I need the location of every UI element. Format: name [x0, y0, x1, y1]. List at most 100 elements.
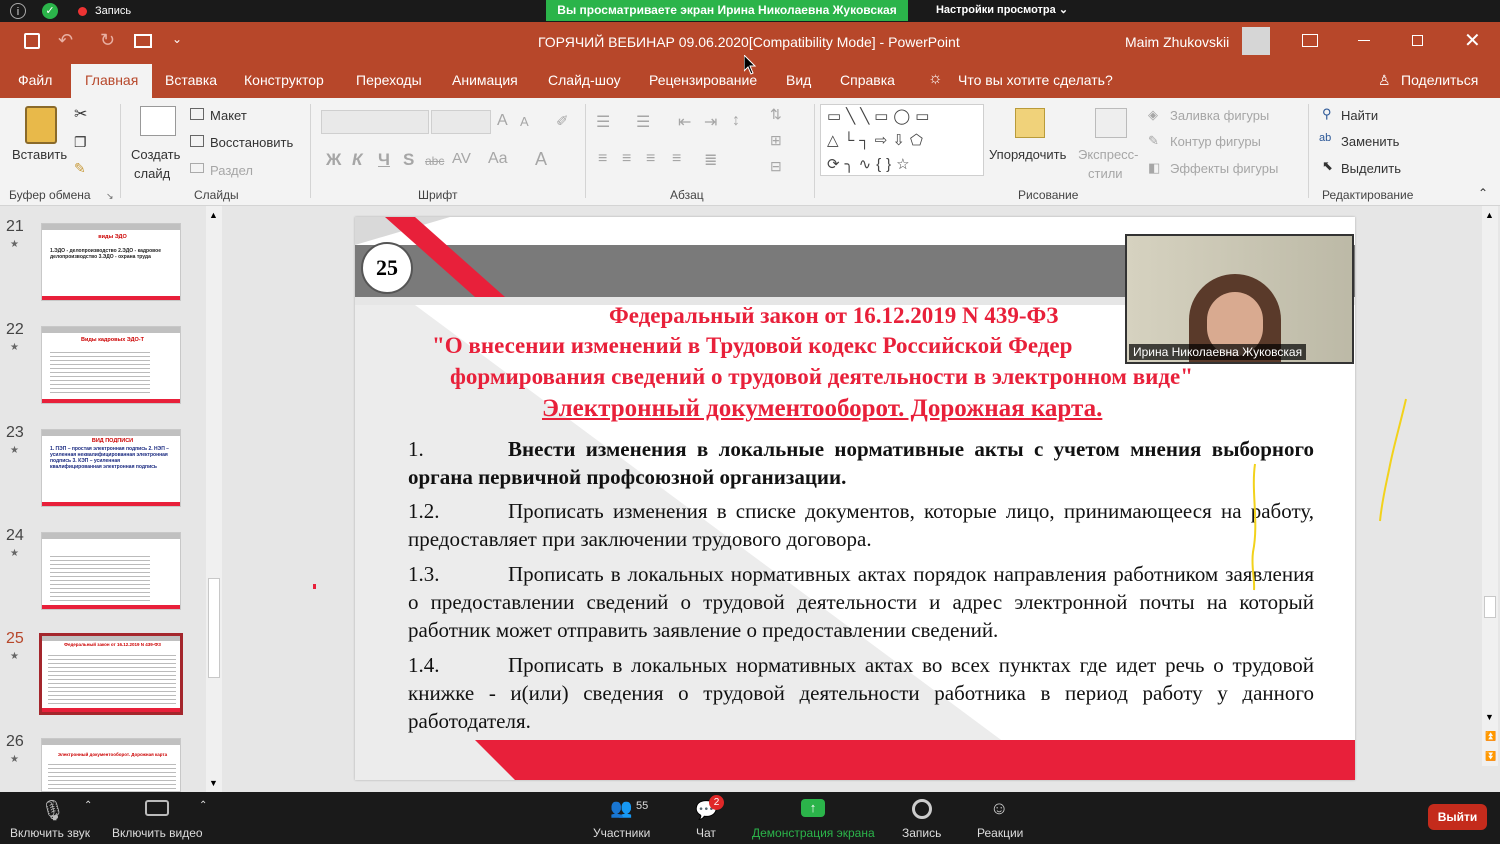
- tab-animations[interactable]: Анимация: [452, 72, 518, 88]
- replace-button[interactable]: Заменить: [1341, 134, 1399, 149]
- view-options-button[interactable]: Настройки просмотра ⌄: [922, 0, 1082, 21]
- dialog-launcher-icon[interactable]: ↘: [106, 191, 114, 202]
- select-button[interactable]: Выделить: [1341, 161, 1401, 176]
- record-button[interactable]: Запись: [902, 826, 941, 840]
- paste-button[interactable]: Вставить: [12, 147, 67, 162]
- quick-styles-button-line2[interactable]: стили: [1088, 166, 1123, 181]
- new-slide-button-line2[interactable]: слайд: [134, 166, 170, 181]
- tab-transitions[interactable]: Переходы: [356, 72, 422, 88]
- participants-button[interactable]: Участники: [593, 826, 650, 840]
- strikethrough-button[interactable]: abc: [425, 154, 444, 168]
- underline-button[interactable]: Ч: [378, 150, 390, 170]
- tab-design[interactable]: Конструктор: [244, 72, 324, 88]
- reactions-button[interactable]: Реакции: [977, 826, 1023, 840]
- shield-icon[interactable]: ✓: [42, 3, 58, 19]
- arrange-button[interactable]: Упорядочить: [989, 147, 1066, 162]
- numbering-icon[interactable]: ☰: [636, 112, 650, 132]
- columns-icon[interactable]: ≣: [704, 150, 717, 170]
- collapse-ribbon-icon[interactable]: ⌃: [1478, 186, 1488, 200]
- format-painter-icon[interactable]: ✎: [74, 160, 86, 177]
- quick-styles-button[interactable]: Экспресс-: [1078, 147, 1139, 162]
- tab-home[interactable]: Главная: [71, 64, 153, 98]
- maximize-icon[interactable]: [1412, 35, 1423, 46]
- scroll-up-icon[interactable]: ▲: [209, 210, 218, 220]
- redo-icon[interactable]: ↻: [100, 30, 115, 51]
- paste-icon[interactable]: [25, 106, 57, 144]
- scroll-down-icon[interactable]: ▼: [209, 778, 218, 788]
- chat-button[interactable]: Чат: [696, 826, 716, 840]
- tab-slideshow[interactable]: Слайд-шоу: [548, 72, 621, 88]
- info-icon[interactable]: i: [10, 3, 26, 19]
- new-slide-icon[interactable]: [140, 106, 176, 136]
- shape-fill-button[interactable]: Заливка фигуры: [1170, 108, 1269, 123]
- slide-thumbnail-23[interactable]: ВИД ПОДПИСИ 1. ПЭП – простая электронная…: [41, 429, 181, 507]
- slide-thumbnail-25-selected[interactable]: Федеральный закон от 16.12.2019 N 439-ФЗ: [39, 633, 183, 715]
- align-text-icon[interactable]: ⊞: [770, 132, 782, 149]
- copy-icon[interactable]: ❐: [74, 134, 87, 151]
- tab-file[interactable]: Файл: [18, 72, 52, 88]
- font-size-select[interactable]: [431, 110, 491, 134]
- line-spacing-icon[interactable]: ↕: [732, 112, 740, 130]
- change-case-button[interactable]: Aa: [488, 150, 508, 168]
- align-center-icon[interactable]: ≡: [622, 150, 631, 168]
- layout-button[interactable]: Макет: [210, 108, 247, 123]
- decrease-indent-icon[interactable]: ⇤: [678, 112, 691, 132]
- shadow-button[interactable]: S: [403, 150, 414, 170]
- tab-insert[interactable]: Вставка: [165, 72, 217, 88]
- find-button[interactable]: Найти: [1341, 108, 1378, 123]
- slide-thumbnail-24[interactable]: [41, 532, 181, 610]
- smartart-icon[interactable]: ⊟: [770, 158, 782, 175]
- scroll-thumb[interactable]: [208, 578, 220, 678]
- grow-font-icon[interactable]: A: [497, 112, 508, 130]
- scroll-thumb[interactable]: [1484, 596, 1496, 618]
- font-color-button[interactable]: A: [535, 149, 547, 170]
- video-off-icon[interactable]: [145, 800, 169, 816]
- share-button[interactable]: Поделиться: [1401, 72, 1478, 88]
- bullets-icon[interactable]: ☰: [596, 112, 610, 132]
- shape-outline-button[interactable]: Контур фигуры: [1170, 134, 1261, 149]
- leave-button[interactable]: Выйти: [1428, 804, 1487, 830]
- slideshow-icon[interactable]: [134, 34, 152, 48]
- avatar[interactable]: [1242, 27, 1270, 55]
- share-screen-button[interactable]: Демонстрация экрана: [752, 826, 875, 840]
- muted-mic-icon[interactable]: 🎙: [40, 798, 65, 823]
- italic-button[interactable]: К: [352, 150, 362, 170]
- char-spacing-button[interactable]: AV: [452, 150, 471, 167]
- share-screen-icon[interactable]: ↑: [801, 799, 825, 817]
- webcam-thumbnail[interactable]: Ирина Николаевна Жуковская: [1125, 234, 1354, 364]
- quick-styles-icon[interactable]: [1095, 108, 1127, 138]
- record-icon[interactable]: [912, 799, 932, 819]
- increase-indent-icon[interactable]: ⇥: [704, 112, 717, 132]
- next-slide-icon[interactable]: ⏬: [1485, 751, 1496, 762]
- mute-button[interactable]: Включить звук: [10, 826, 90, 840]
- arrange-icon[interactable]: [1015, 108, 1045, 138]
- new-slide-button[interactable]: Создать: [131, 147, 180, 162]
- tab-review[interactable]: Рецензирование: [649, 72, 757, 88]
- thumbnails-scrollbar[interactable]: ▲ ▼: [206, 206, 222, 792]
- clear-format-icon[interactable]: ✐: [556, 112, 569, 130]
- ribbon-display-icon[interactable]: [1302, 34, 1318, 47]
- video-options-icon[interactable]: ⌃: [199, 800, 207, 811]
- scroll-up-icon[interactable]: ▲: [1485, 210, 1494, 220]
- user-name[interactable]: Maim Zhukovskii: [1125, 34, 1229, 50]
- align-left-icon[interactable]: ≡: [598, 150, 607, 168]
- prev-slide-icon[interactable]: ⏫: [1485, 731, 1496, 742]
- shape-effects-button[interactable]: Эффекты фигуры: [1170, 161, 1278, 176]
- minimize-icon[interactable]: [1358, 40, 1370, 41]
- shapes-gallery[interactable]: ▭╲╲▭◯▭ △└┐⇨⇩⬠ ⟳╮∿{}☆: [820, 104, 984, 176]
- tab-help[interactable]: Справка: [840, 72, 895, 88]
- reactions-icon[interactable]: ☺: [990, 798, 1008, 819]
- slide-thumbnail-22[interactable]: Виды кадровых ЭДО-Т: [41, 326, 181, 404]
- reset-button[interactable]: Восстановить: [210, 135, 293, 150]
- cut-icon[interactable]: ✂: [74, 104, 87, 124]
- video-button[interactable]: Включить видео: [112, 826, 203, 840]
- section-button[interactable]: Раздел: [210, 163, 253, 178]
- close-icon[interactable]: ✕: [1464, 28, 1481, 53]
- font-name-select[interactable]: [321, 110, 429, 134]
- slide-thumbnail-26[interactable]: Электронный документооборот. Дорожная ка…: [41, 738, 181, 792]
- customize-qat-icon[interactable]: ⌄: [172, 32, 182, 46]
- slide-scrollbar[interactable]: ▲ ▼ ⏫ ⏬: [1482, 206, 1498, 766]
- undo-icon[interactable]: ↶: [58, 30, 73, 51]
- shrink-font-icon[interactable]: A: [520, 114, 529, 129]
- save-icon[interactable]: [24, 33, 40, 49]
